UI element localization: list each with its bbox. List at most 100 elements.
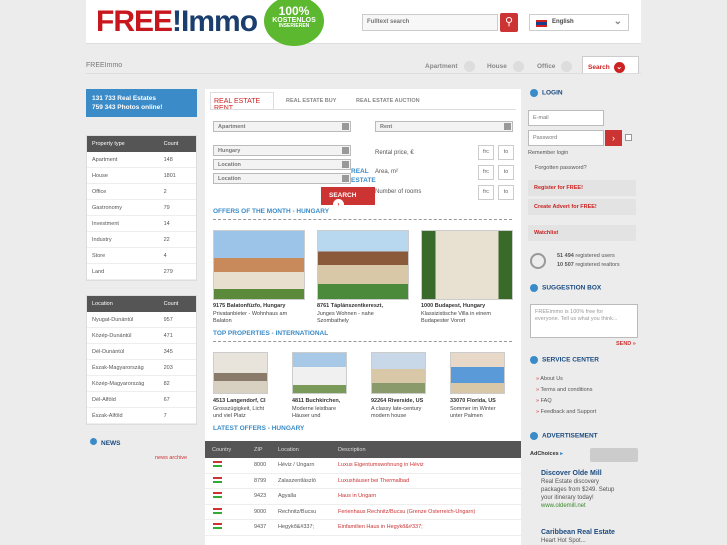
offer-caption[interactable]: 1000 Budapest, Hungary Klassizistische Vi…	[421, 303, 516, 326]
language-select[interactable]: English ⌄	[529, 14, 629, 31]
forgot-password-link[interactable]: Forgotten password?	[535, 165, 587, 171]
tab-auction[interactable]: REAL ESTATE AUCTION	[356, 98, 420, 104]
remember-checkbox[interactable]	[625, 134, 632, 141]
table-row[interactable]: Dél-Dunántúl 345	[87, 344, 196, 360]
location-select-1[interactable]: Location	[213, 159, 351, 170]
top-caption[interactable]: 92264 Riverside, US A classy late-century…	[371, 398, 446, 421]
chevron-right-icon: ›	[612, 133, 615, 143]
table-row[interactable]: Közép-Magyarország 82	[87, 376, 196, 392]
price-to-input[interactable]: to	[498, 145, 514, 160]
table-row[interactable]: 9437 Hegykő&#337; Einfamilien Haus in Hegy…	[205, 520, 521, 536]
bullet-icon	[530, 432, 538, 440]
table-row[interactable]: Investment 14	[87, 216, 196, 232]
table-row[interactable]: 9423 Agyalla Haus in Ungarn	[205, 489, 521, 505]
service-link-terms[interactable]: » Terms and conditions	[536, 387, 592, 393]
cell-count: 7	[163, 412, 167, 419]
service-link-feedback[interactable]: » Feedback and Support	[536, 409, 596, 415]
offer-caption[interactable]: 9175 Balatonfüzfo, Hungary Privatanbieter…	[213, 303, 308, 326]
country-select[interactable]: Hungary	[213, 145, 351, 156]
property-type-select[interactable]: Apartment	[213, 121, 351, 132]
top-photo[interactable]	[450, 352, 505, 394]
table-row[interactable]: Nyugat-Dunántúl 957	[87, 312, 196, 328]
top-caption[interactable]: 33070 Florida, US Sommer im Winter unter P…	[450, 398, 520, 421]
table-row[interactable]: Közép-Dunántúl 471	[87, 328, 196, 344]
cell-name: Gastronomy	[92, 204, 122, 211]
suggestion-textarea[interactable]: FREEimmo is 100% free for everyone. Tell …	[530, 304, 638, 338]
ad-title: Caribbean Real Estate	[541, 529, 615, 536]
table-row[interactable]: House 1801	[87, 168, 196, 184]
tab-rent[interactable]: REAL ESTATE RENT	[210, 92, 274, 112]
price-from-input[interactable]: frc	[478, 145, 494, 160]
offer-photo[interactable]	[317, 230, 409, 300]
description-link[interactable]: Einfamilien Haus in Hegykő&#337;	[338, 524, 518, 530]
watchlist-button[interactable]: Watchlist	[528, 225, 636, 241]
search-button[interactable]: ⚲	[500, 13, 518, 32]
offer-caption[interactable]: 8761 Táplánszentkereszt, Junges Wohnen - …	[317, 303, 412, 326]
dashed-divider	[213, 219, 512, 220]
real-estate-label: REAL ESTATE	[351, 167, 376, 185]
area-to-input[interactable]: to	[498, 165, 514, 180]
nav-office[interactable]: Office	[537, 61, 573, 72]
cell-name: Közép-Magyarország	[92, 380, 145, 387]
offer-title: 8761 Táplánszentkereszt,	[317, 303, 384, 309]
description-link[interactable]: Haus in Ungarn	[338, 493, 518, 499]
hungary-flag-icon	[213, 476, 222, 483]
area-from-input[interactable]: frc	[478, 165, 494, 180]
deal-type-select[interactable]: Rent	[375, 121, 513, 132]
table-row[interactable]: Office 2	[87, 184, 196, 200]
ad-item[interactable]: Caribbean Real Estate Heart Hot Spot...	[541, 529, 639, 545]
ad-line: your itinerary today!	[541, 495, 594, 501]
nav-house[interactable]: House	[487, 61, 524, 72]
price-label: Rental price, €	[375, 150, 414, 156]
service-link-faq[interactable]: » FAQ	[536, 398, 552, 404]
top-caption[interactable]: 4811 Buchkirchen, Moderne leistbare Häuser…	[292, 398, 367, 421]
search-input[interactable]: Fulltext search	[362, 14, 498, 31]
create-advert-button[interactable]: Create Advert for FREE!	[528, 199, 636, 215]
nav-apartment[interactable]: Apartment	[425, 61, 475, 72]
top-caption[interactable]: 4513 Langendorf, CI Grosszügigkeit, Licht…	[213, 398, 288, 421]
description-link[interactable]: Luxushäuser bei Thermalbad	[338, 478, 518, 484]
login-button[interactable]: ›	[605, 130, 622, 146]
top-photo[interactable]	[213, 352, 268, 394]
news-archive-link[interactable]: news archive	[155, 455, 187, 461]
location-cell: Zalaszentlászló	[278, 477, 316, 484]
table-row[interactable]: 8799 Zalaszentlászló Luxushäuser bei Therm…	[205, 473, 521, 489]
login-heading: LOGIN	[530, 89, 563, 97]
table-row[interactable]: Store 4	[87, 248, 196, 264]
ad-nav-buttons[interactable]	[590, 448, 638, 462]
email-field[interactable]: E-mail	[528, 110, 604, 126]
password-field[interactable]: Password	[528, 130, 604, 146]
rooms-from-input[interactable]: frc	[478, 185, 494, 200]
table-row[interactable]: Industry 22	[87, 232, 196, 248]
description-link[interactable]: Luxus Eigentumswohnung in Héviz	[338, 462, 518, 468]
top-photo[interactable]	[371, 352, 426, 394]
logo[interactable]: FREE!Immo	[96, 7, 258, 37]
offer-photo[interactable]	[421, 230, 513, 300]
table-row[interactable]: 8000 Héviz / Ungarn Luxus Eigentumswohnung…	[205, 458, 521, 474]
table-row[interactable]: Észak-Magyarország 203	[87, 360, 196, 376]
search-submit-button[interactable]: SEARCH›	[321, 187, 375, 210]
table-row[interactable]: Land 279	[87, 264, 196, 280]
table-header: Property type Count	[87, 136, 196, 152]
offer-photo[interactable]	[213, 230, 305, 300]
table-row[interactable]: 9000 Rechnitz/Bucsu Ferienhaus Rechnitz/Bu…	[205, 504, 521, 520]
register-button[interactable]: Register for FREE!	[528, 180, 636, 196]
cell-name: Industry	[92, 236, 112, 243]
top-photo[interactable]	[292, 352, 347, 394]
service-link-about[interactable]: » About Us	[536, 376, 563, 382]
adchoices-label[interactable]: AdChoices ▸	[530, 451, 563, 457]
send-button[interactable]: SEND »	[616, 341, 636, 347]
tab-buy[interactable]: REAL ESTATE BUY	[286, 98, 336, 104]
table-row[interactable]: Észak-Alföld 7	[87, 408, 196, 424]
col-header: Location	[278, 446, 299, 453]
table-row[interactable]: Gastronomy 79	[87, 200, 196, 216]
ad-item[interactable]: Discover Olde Mill Real Estate discovery p…	[541, 470, 639, 510]
ad-url: www.oldemill.net	[541, 503, 586, 509]
rooms-to-input[interactable]: to	[498, 185, 514, 200]
nav-search[interactable]: Search ⌄	[582, 56, 639, 74]
table-row[interactable]: Dél-Alföld 67	[87, 392, 196, 408]
location-select-2[interactable]: Location	[213, 173, 351, 184]
table-row[interactable]: Apartment 148	[87, 152, 196, 168]
description-link[interactable]: Ferienhaus Rechnitz/Bucsu (Grenze Österr…	[338, 509, 518, 515]
breadcrumb[interactable]: FREEImmo	[86, 62, 122, 69]
